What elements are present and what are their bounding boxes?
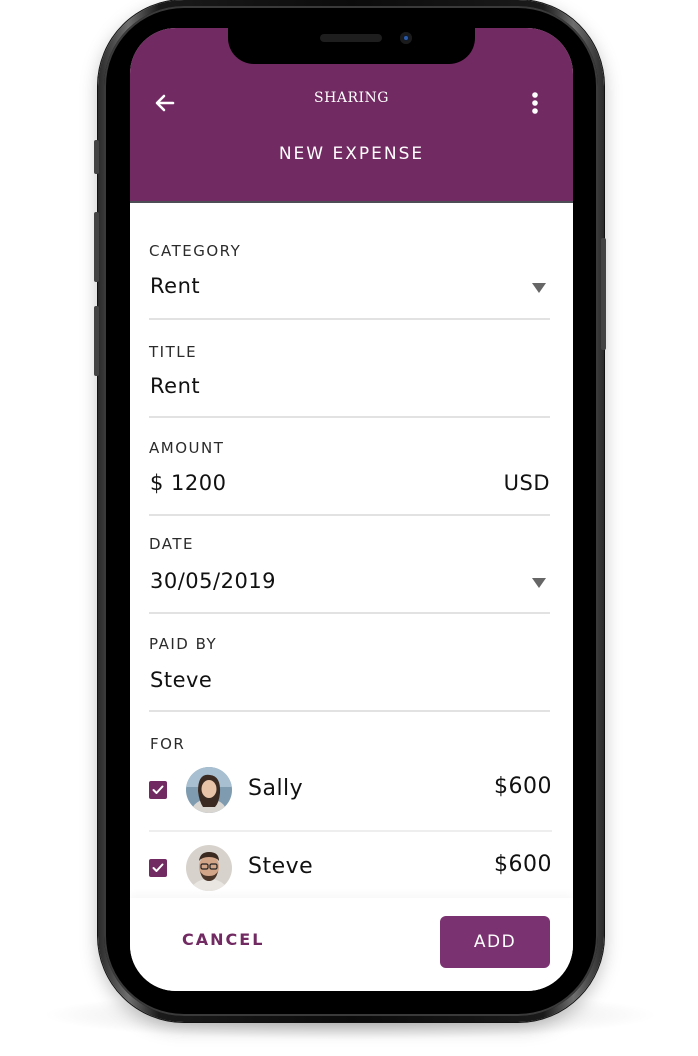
amount-field[interactable]: AMOUNT $ 1200 USD	[149, 436, 550, 516]
front-camera	[400, 32, 412, 44]
title-field[interactable]: TITLE Rent	[149, 340, 550, 418]
phone-screen: SHARING NEW EXPENSE CATEGORY Rent TITLE …	[130, 28, 573, 991]
more-vertical-icon	[532, 92, 538, 114]
dropdown-arrow-icon	[532, 283, 546, 293]
person-amount: $600	[494, 774, 552, 799]
paid-by-value: Steve	[150, 668, 213, 692]
category-select[interactable]: CATEGORY Rent	[149, 238, 550, 320]
category-value: Rent	[150, 274, 201, 298]
title-value: Rent	[150, 374, 201, 398]
date-picker[interactable]: DATE 30/05/2019	[149, 532, 550, 614]
category-label: CATEGORY	[149, 242, 242, 260]
app-bar: SHARING NEW EXPENSE	[130, 28, 573, 203]
speaker-grille	[320, 34, 382, 42]
check-icon	[152, 785, 164, 794]
volume-down-button	[94, 306, 99, 376]
avatar	[186, 767, 232, 813]
person-name: Steve	[248, 854, 314, 879]
power-button	[601, 238, 606, 350]
volume-up-button	[94, 212, 99, 282]
check-icon	[152, 863, 164, 872]
paid-by-field[interactable]: PAID BY Steve	[149, 632, 550, 712]
checkbox-checked[interactable]	[149, 859, 167, 877]
date-label: DATE	[149, 535, 195, 553]
person-name: Sally	[248, 776, 304, 801]
silent-switch	[94, 140, 99, 174]
avatar	[186, 845, 232, 891]
dropdown-arrow-icon	[532, 578, 546, 588]
cancel-button[interactable]: CANCEL	[182, 930, 264, 949]
action-footer: CANCEL ADD	[130, 898, 573, 991]
more-options-button[interactable]	[525, 88, 545, 118]
add-button[interactable]: ADD	[440, 916, 550, 968]
title-label: TITLE	[149, 343, 198, 361]
list-item: Sally $600	[149, 758, 552, 836]
row-divider	[149, 830, 552, 832]
page-title: NEW EXPENSE	[278, 144, 425, 164]
for-label: FOR	[150, 735, 186, 753]
amount-value: $ 1200	[150, 471, 227, 495]
amount-label: AMOUNT	[149, 439, 225, 457]
paid-by-label: PAID BY	[149, 635, 218, 653]
app-title: SHARING	[314, 90, 389, 106]
person-amount: $600	[494, 852, 552, 877]
currency-code: USD	[503, 471, 550, 495]
checkbox-checked[interactable]	[149, 781, 167, 799]
date-value: 30/05/2019	[150, 569, 277, 593]
notch	[228, 28, 475, 64]
